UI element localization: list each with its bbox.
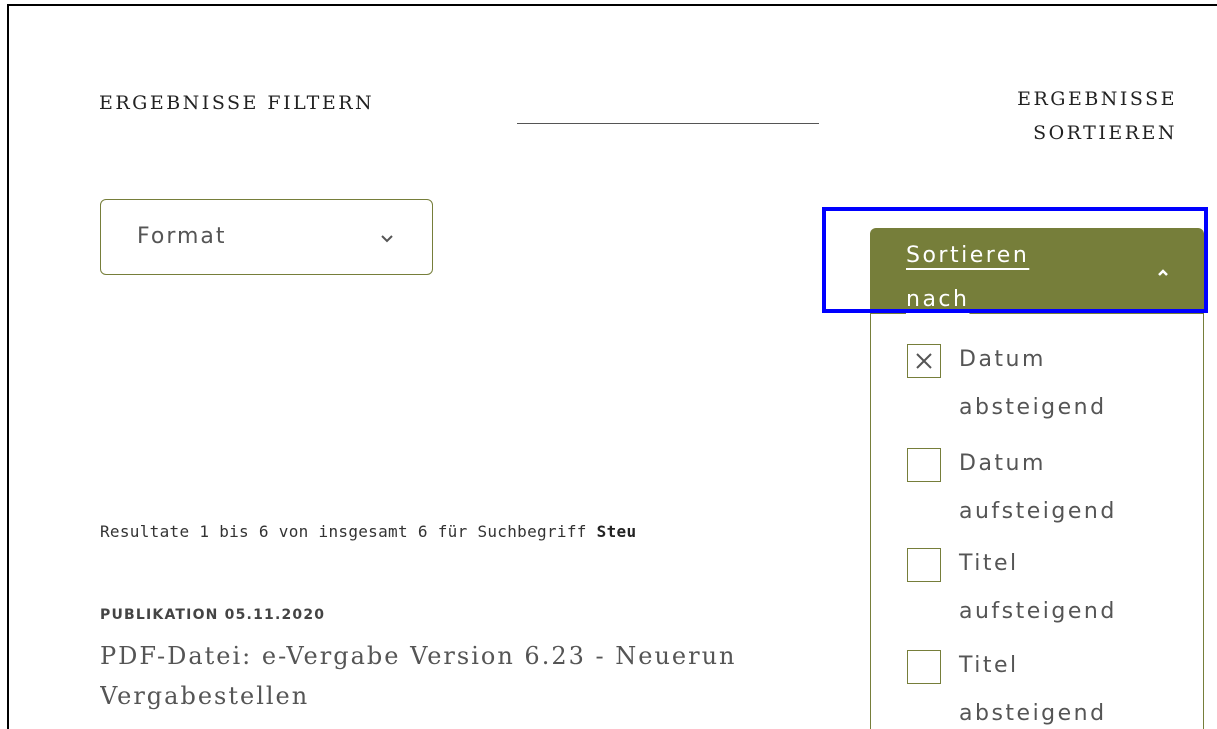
publication-meta: PUBLIKATION 05.11.2020	[100, 607, 326, 623]
publication-title-line2: Vergabestellen	[100, 682, 310, 710]
sort-option-label: Datum aufsteigend	[959, 440, 1179, 536]
sort-heading-line1: ERGEBNISSE	[1017, 88, 1177, 110]
sort-option-checkbox[interactable]	[907, 650, 941, 684]
sort-heading-line2: SORTIEREN	[1033, 122, 1177, 144]
sort-option-label-line1: Datum	[959, 347, 1046, 372]
sort-by-button[interactable]: Sortieren nach	[870, 228, 1204, 314]
sort-option-label: Titel aufsteigend	[959, 540, 1179, 636]
publication-title-line1: PDF-Datei: e-Vergabe Version 6.23 - Neue…	[100, 642, 737, 670]
page-frame: ERGEBNISSE FILTERN ERGEBNISSE SORTIEREN …	[7, 4, 1217, 729]
sort-option-label-line2: absteigend	[959, 701, 1107, 726]
search-term: Steu	[596, 522, 637, 541]
sort-option-label-line2: aufsteigend	[959, 599, 1117, 624]
divider	[517, 123, 819, 124]
sort-by-label: Sortieren nach	[906, 234, 1106, 314]
sort-option-checkbox[interactable]	[907, 548, 941, 582]
sort-option-label-line2: absteigend	[959, 395, 1107, 420]
sort-option-label-line1: Datum	[959, 451, 1046, 476]
sort-by-label-line1: Sortieren	[906, 243, 1030, 268]
sort-option-label: Datum absteigend	[959, 336, 1179, 432]
sort-option-label-line1: Titel	[959, 551, 1019, 576]
filter-heading: ERGEBNISSE FILTERN	[99, 92, 375, 114]
sort-option-label-line2: aufsteigend	[959, 499, 1117, 524]
chevron-down-icon	[381, 228, 393, 243]
chevron-up-icon	[1156, 262, 1170, 276]
publication-title-link[interactable]: PDF-Datei: e-Vergabe Version 6.23 - Neue…	[100, 636, 870, 716]
results-summary-text: Resultate 1 bis 6 von insgesamt 6 für Su…	[100, 522, 597, 541]
format-select[interactable]: Format	[100, 199, 433, 275]
sort-heading: ERGEBNISSE SORTIEREN	[917, 82, 1177, 150]
sort-option-checkbox[interactable]	[907, 344, 941, 378]
sort-option-checkbox[interactable]	[907, 448, 941, 482]
sort-options-dropdown: Datum absteigend Datum aufsteigend Titel…	[870, 314, 1204, 729]
sort-option-label: Titel absteigend	[959, 642, 1179, 729]
sort-option-label-line1: Titel	[959, 653, 1019, 678]
sort-by-label-line2: nach	[906, 287, 970, 312]
results-summary: Resultate 1 bis 6 von insgesamt 6 für Su…	[100, 522, 870, 541]
format-select-label: Format	[137, 224, 227, 249]
